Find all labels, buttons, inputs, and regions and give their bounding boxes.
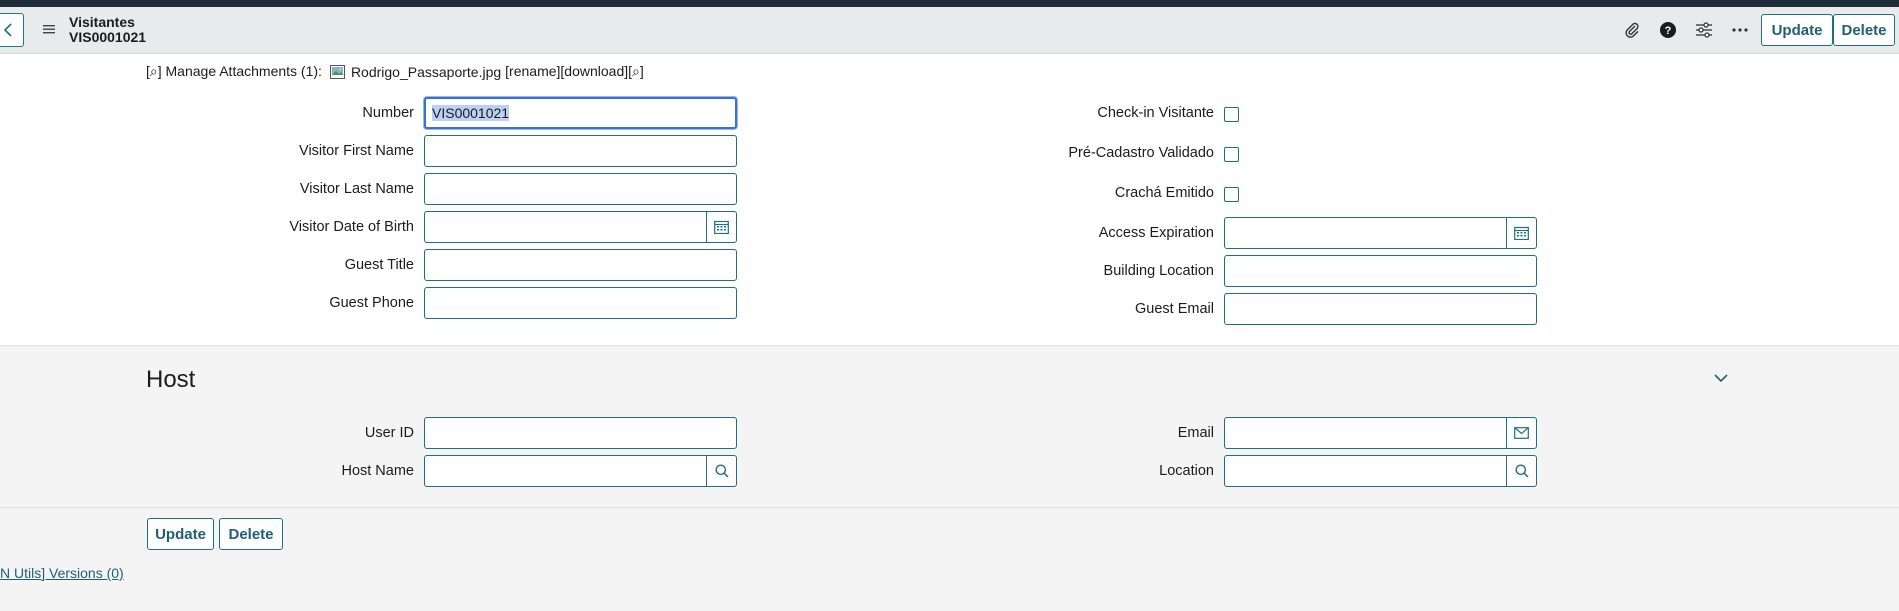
guest-email-label: Guest Email (1135, 301, 1214, 317)
hamburger-menu-icon[interactable] (42, 22, 56, 36)
form-bottom-divider (0, 507, 1899, 508)
number-field[interactable]: VIS0001021 (424, 97, 737, 129)
cracha-label: Crachá Emitido (1114, 185, 1214, 201)
location-lookup-button[interactable] (1506, 455, 1537, 487)
host-name-field[interactable] (424, 455, 707, 487)
search-icon (715, 464, 729, 478)
paperclip-icon[interactable] (1622, 20, 1642, 40)
guest-phone-field[interactable] (424, 287, 737, 319)
checkin-checkbox[interactable] (1224, 107, 1239, 122)
guest-title-label: Guest Title (344, 257, 414, 273)
image-file-icon (329, 64, 345, 79)
footer-delete-button[interactable]: Delete (219, 518, 283, 550)
chevron-down-icon[interactable] (1713, 372, 1729, 384)
update-button[interactable]: Update (1761, 14, 1833, 46)
host-name-lookup-button[interactable] (706, 455, 737, 487)
last-name-field[interactable] (424, 173, 737, 205)
calendar-icon (714, 220, 729, 234)
precadastro-label: Pré-Cadastro Validado (1068, 145, 1214, 161)
checkin-label: Check-in Visitante (1097, 105, 1214, 121)
location-field[interactable] (1224, 455, 1507, 487)
footer-update-button[interactable]: Update (147, 518, 214, 550)
dob-label: Visitor Date of Birth (289, 219, 414, 235)
dob-field[interactable] (424, 211, 707, 243)
chevron-left-icon (3, 23, 12, 37)
email-label: Email (1177, 425, 1214, 441)
guest-email-field[interactable] (1224, 293, 1537, 325)
calendar-icon (1514, 226, 1529, 240)
last-name-label: Visitor Last Name (299, 181, 414, 197)
versions-link[interactable]: N Utils] Versions (0) (0, 565, 124, 581)
host-section-title: Host (146, 366, 196, 393)
dob-calendar-button[interactable] (706, 211, 737, 243)
building-location-field[interactable] (1224, 255, 1537, 287)
host-name-label: Host Name (341, 463, 414, 479)
attachments-bar: [⌕] Manage Attachments (1): Rodrigo_Pass… (146, 63, 644, 80)
record-number: VIS0001021 (69, 29, 147, 45)
number-value: VIS0001021 (432, 105, 510, 121)
email-send-button[interactable] (1506, 417, 1537, 449)
access-expiration-field[interactable] (1224, 217, 1507, 249)
attachment-filename[interactable]: Rodrigo_Passaporte.jpg (351, 64, 501, 80)
access-expiration-calendar-button[interactable] (1506, 217, 1537, 249)
location-label: Location (1159, 463, 1214, 479)
number-label: Number (362, 105, 414, 121)
user-id-label: User ID (364, 425, 414, 441)
building-location-label: Building Location (1103, 263, 1214, 279)
form-header: Visitantes VIS0001021 ? Update Delete (0, 7, 1899, 54)
section-divider (0, 345, 1899, 346)
record-title: Visitantes VIS0001021 (69, 15, 146, 45)
envelope-icon (1514, 427, 1529, 439)
more-options-icon[interactable] (1730, 20, 1750, 40)
guest-phone-label: Guest Phone (329, 295, 414, 311)
cracha-checkbox[interactable] (1224, 187, 1239, 202)
help-icon[interactable]: ? (1658, 20, 1678, 40)
first-name-field[interactable] (424, 135, 737, 167)
delete-button[interactable]: Delete (1833, 14, 1895, 46)
guest-title-field[interactable] (424, 249, 737, 281)
top-bar (0, 0, 1899, 7)
manage-attachments-link[interactable]: [⌕] Manage Attachments (1): (146, 63, 322, 80)
user-id-field[interactable] (424, 417, 737, 449)
attachment-actions[interactable]: [rename][download][⌕] (505, 63, 644, 80)
back-button[interactable] (0, 13, 24, 47)
first-name-label: Visitor First Name (299, 143, 414, 159)
form-main-section (0, 54, 1899, 345)
precadastro-checkbox[interactable] (1224, 147, 1239, 162)
email-field[interactable] (1224, 417, 1507, 449)
search-icon (1515, 464, 1529, 478)
svg-text:?: ? (1665, 25, 1672, 37)
access-expiration-label: Access Expiration (1098, 225, 1214, 241)
table-title: Visitantes (69, 14, 135, 30)
settings-sliders-icon[interactable] (1694, 20, 1714, 40)
